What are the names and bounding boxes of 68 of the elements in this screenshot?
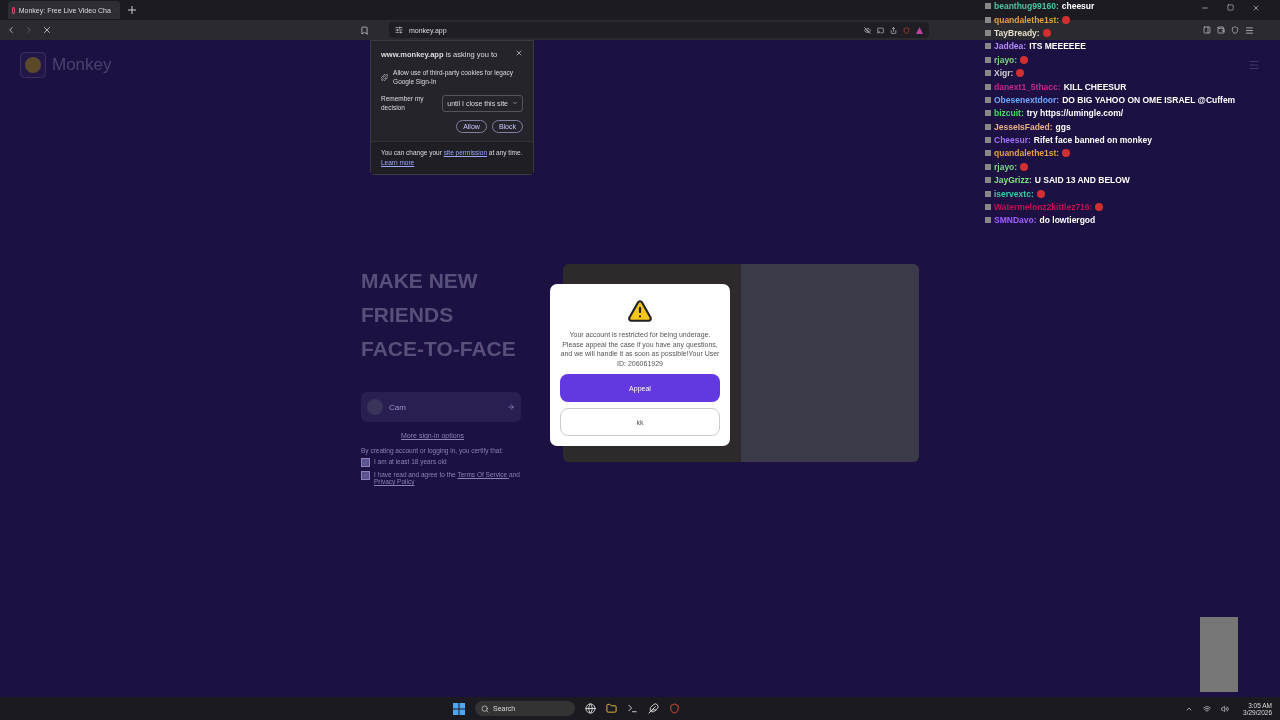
google-account-button[interactable]: Cam [361, 392, 521, 422]
chat-username: SMNDavo: [994, 215, 1037, 226]
chat-username: rjayo: [994, 161, 1018, 172]
wifi-icon[interactable] [1203, 704, 1212, 713]
warning-icon [627, 298, 653, 324]
chat-username: JayGrizz: [994, 175, 1032, 186]
feather-icon[interactable] [648, 703, 659, 714]
chat-username: bizcuit: [994, 108, 1024, 119]
chat-message: do lowtiergod [1039, 215, 1096, 226]
volume-icon[interactable] [1221, 704, 1230, 713]
headline: FACE-TO-FACE [361, 336, 517, 362]
chat-username: Xigr: [994, 68, 1014, 79]
emote-icon [1042, 28, 1051, 37]
emote-icon [1020, 162, 1029, 171]
chat-username: iservextc: [994, 188, 1034, 199]
arrow-icon [507, 403, 515, 411]
tick-icon [363, 473, 368, 478]
back-icon[interactable] [6, 25, 16, 35]
chat-username: Cheesur: [994, 135, 1031, 146]
chat-username: Jaddea: [994, 41, 1027, 52]
tick-icon [363, 460, 368, 465]
headline: MAKE NEW [361, 268, 479, 294]
camera-off-icon[interactable] [864, 26, 871, 34]
chat-message: Rifet face banned on monkey [1033, 135, 1152, 146]
chat-username: beanthug99160: [994, 1, 1059, 12]
menu-icon[interactable] [1245, 25, 1254, 35]
emote-icon [1095, 203, 1104, 212]
monkey-logo-icon [20, 52, 46, 78]
browser-icon[interactable] [585, 703, 596, 714]
emote-icon [1062, 149, 1071, 158]
plus-icon[interactable] [128, 6, 136, 14]
chat-username: Watermelonz2kittlez716: [994, 202, 1093, 213]
folder-icon[interactable] [606, 703, 617, 714]
chat-message: KILL CHEESUR [1063, 81, 1127, 92]
stop-icon[interactable] [42, 25, 52, 35]
chat-username: quandalethe1st: [994, 148, 1060, 159]
terminal-icon[interactable] [627, 703, 638, 714]
triangle-icon[interactable] [916, 26, 923, 34]
headline: FRIENDS [361, 302, 455, 328]
site-settings-icon[interactable] [395, 26, 403, 34]
emote-icon [1062, 15, 1071, 24]
emote-icon [1036, 189, 1045, 198]
chat-username: JesseIsFaded: [994, 121, 1053, 132]
shield-icon[interactable] [1231, 26, 1239, 34]
cast-icon[interactable] [877, 26, 884, 34]
checkbox[interactable] [361, 458, 370, 467]
bookmark-icon[interactable] [360, 25, 369, 35]
chat-message: DO BIG YAHOO ON OME ISRAEL @Cuffem [1062, 94, 1236, 105]
chat-message: cheesur [1061, 1, 1095, 12]
chat-username: TayBready: [994, 27, 1040, 38]
chat-message: ITS MEEEEEE [1029, 41, 1086, 52]
share-icon[interactable] [890, 26, 897, 34]
wallet-icon[interactable] [1217, 26, 1225, 34]
restore-icon[interactable] [1227, 4, 1234, 11]
sidebar-icon[interactable] [1203, 26, 1211, 34]
chat-username: Obesenextdoor: [994, 94, 1060, 105]
chat-username: quandalethe1st: [994, 14, 1060, 25]
checkbox[interactable] [361, 471, 370, 480]
chat-message: U SAID 13 AND BELOW [1034, 175, 1130, 186]
shield-icon[interactable] [669, 703, 680, 714]
chat-message: ggs [1055, 121, 1071, 132]
start-icon[interactable] [453, 702, 465, 715]
dropdown-caret-icon [512, 100, 518, 106]
chat-username: danext1_5thacc: [994, 81, 1061, 92]
search-icon [481, 704, 489, 713]
chat-message: try https://umingle.com/ [1026, 108, 1124, 119]
puzzle-icon [381, 72, 389, 82]
chat-username: rjayo: [994, 54, 1018, 65]
